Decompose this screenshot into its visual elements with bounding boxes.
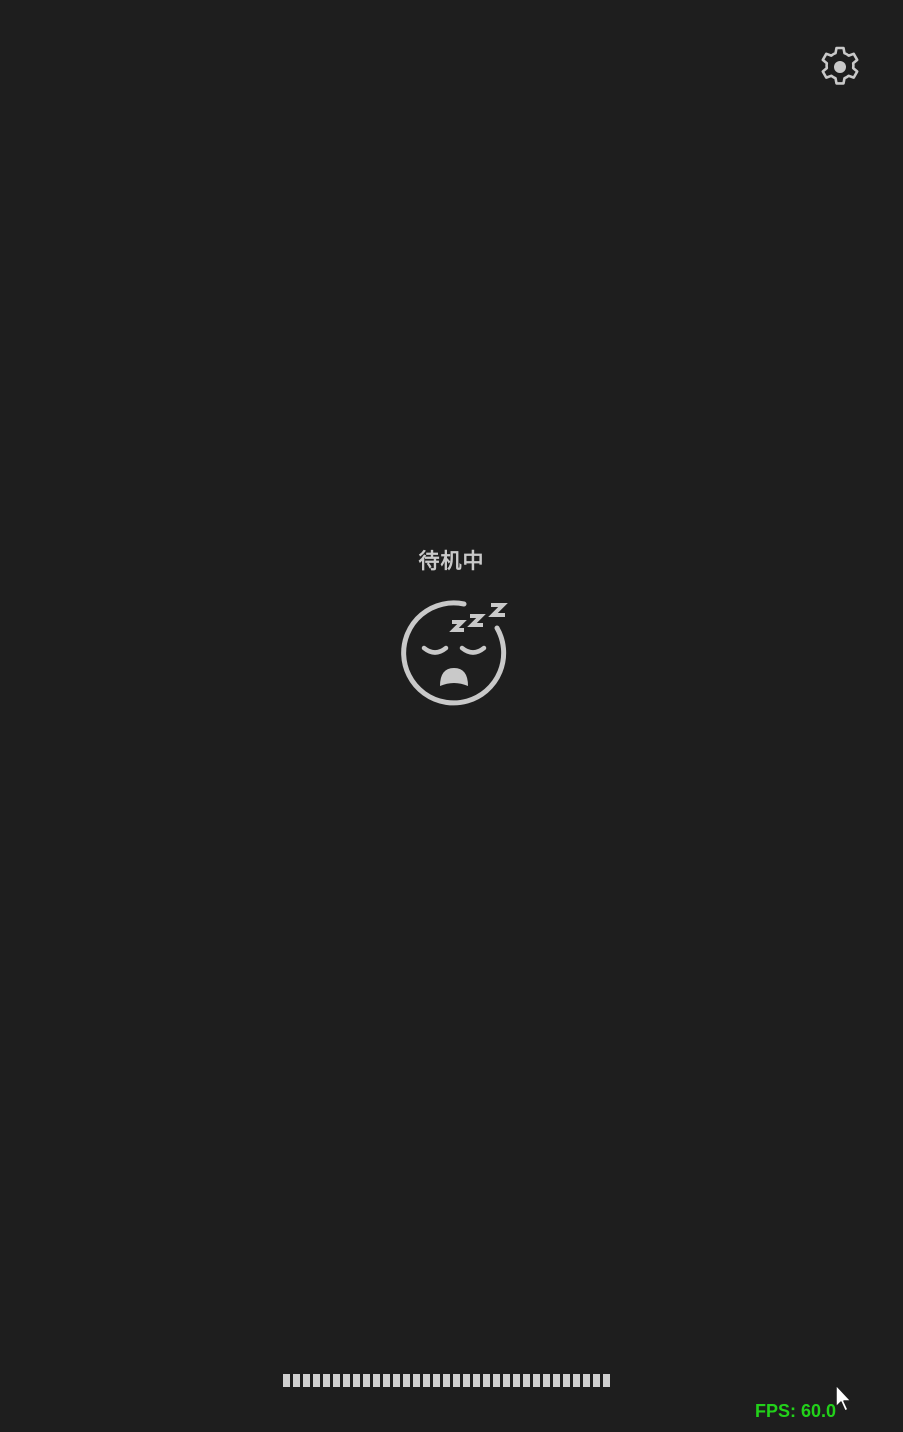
progress-segment: [313, 1374, 320, 1387]
progress-segment: [583, 1374, 590, 1387]
status-area: 待机中: [0, 545, 903, 577]
progress-segment: [293, 1374, 300, 1387]
progress-segment: [323, 1374, 330, 1387]
progress-segment: [453, 1374, 460, 1387]
progress-segment: [423, 1374, 430, 1387]
progress-segment: [373, 1374, 380, 1387]
progress-segment: [523, 1374, 530, 1387]
progress-segment: [383, 1374, 390, 1387]
gear-icon: [821, 46, 859, 85]
status-label: 待机中: [418, 549, 485, 573]
progress-segment: [303, 1374, 310, 1387]
loading-progress-bar: [283, 1374, 617, 1388]
progress-segment: [533, 1374, 540, 1387]
fps-counter: FPS: 60.0: [755, 1401, 837, 1421]
progress-segment: [343, 1374, 350, 1387]
progress-segment: [363, 1374, 370, 1387]
progress-segment: [413, 1374, 420, 1387]
mouse-cursor-icon: [834, 1383, 854, 1413]
progress-segment: [433, 1374, 440, 1387]
progress-segment: [553, 1374, 560, 1387]
progress-segment: [483, 1374, 490, 1387]
progress-segment: [443, 1374, 450, 1387]
sleeping-face-icon: [396, 598, 512, 710]
progress-segments: [283, 1374, 617, 1388]
progress-segment: [563, 1374, 570, 1387]
progress-segment: [393, 1374, 400, 1387]
progress-segment: [283, 1374, 290, 1387]
progress-segment: [473, 1374, 480, 1387]
progress-segment: [593, 1374, 600, 1387]
progress-segment: [503, 1374, 510, 1387]
progress-segment: [403, 1374, 410, 1387]
settings-button[interactable]: [816, 43, 864, 91]
progress-segment: [543, 1374, 550, 1387]
progress-segment: [333, 1374, 340, 1387]
progress-segment: [603, 1374, 610, 1387]
progress-segment: [513, 1374, 520, 1387]
progress-segment: [573, 1374, 580, 1387]
progress-segment: [463, 1374, 470, 1387]
progress-segment: [353, 1374, 360, 1387]
progress-segment: [493, 1374, 500, 1387]
